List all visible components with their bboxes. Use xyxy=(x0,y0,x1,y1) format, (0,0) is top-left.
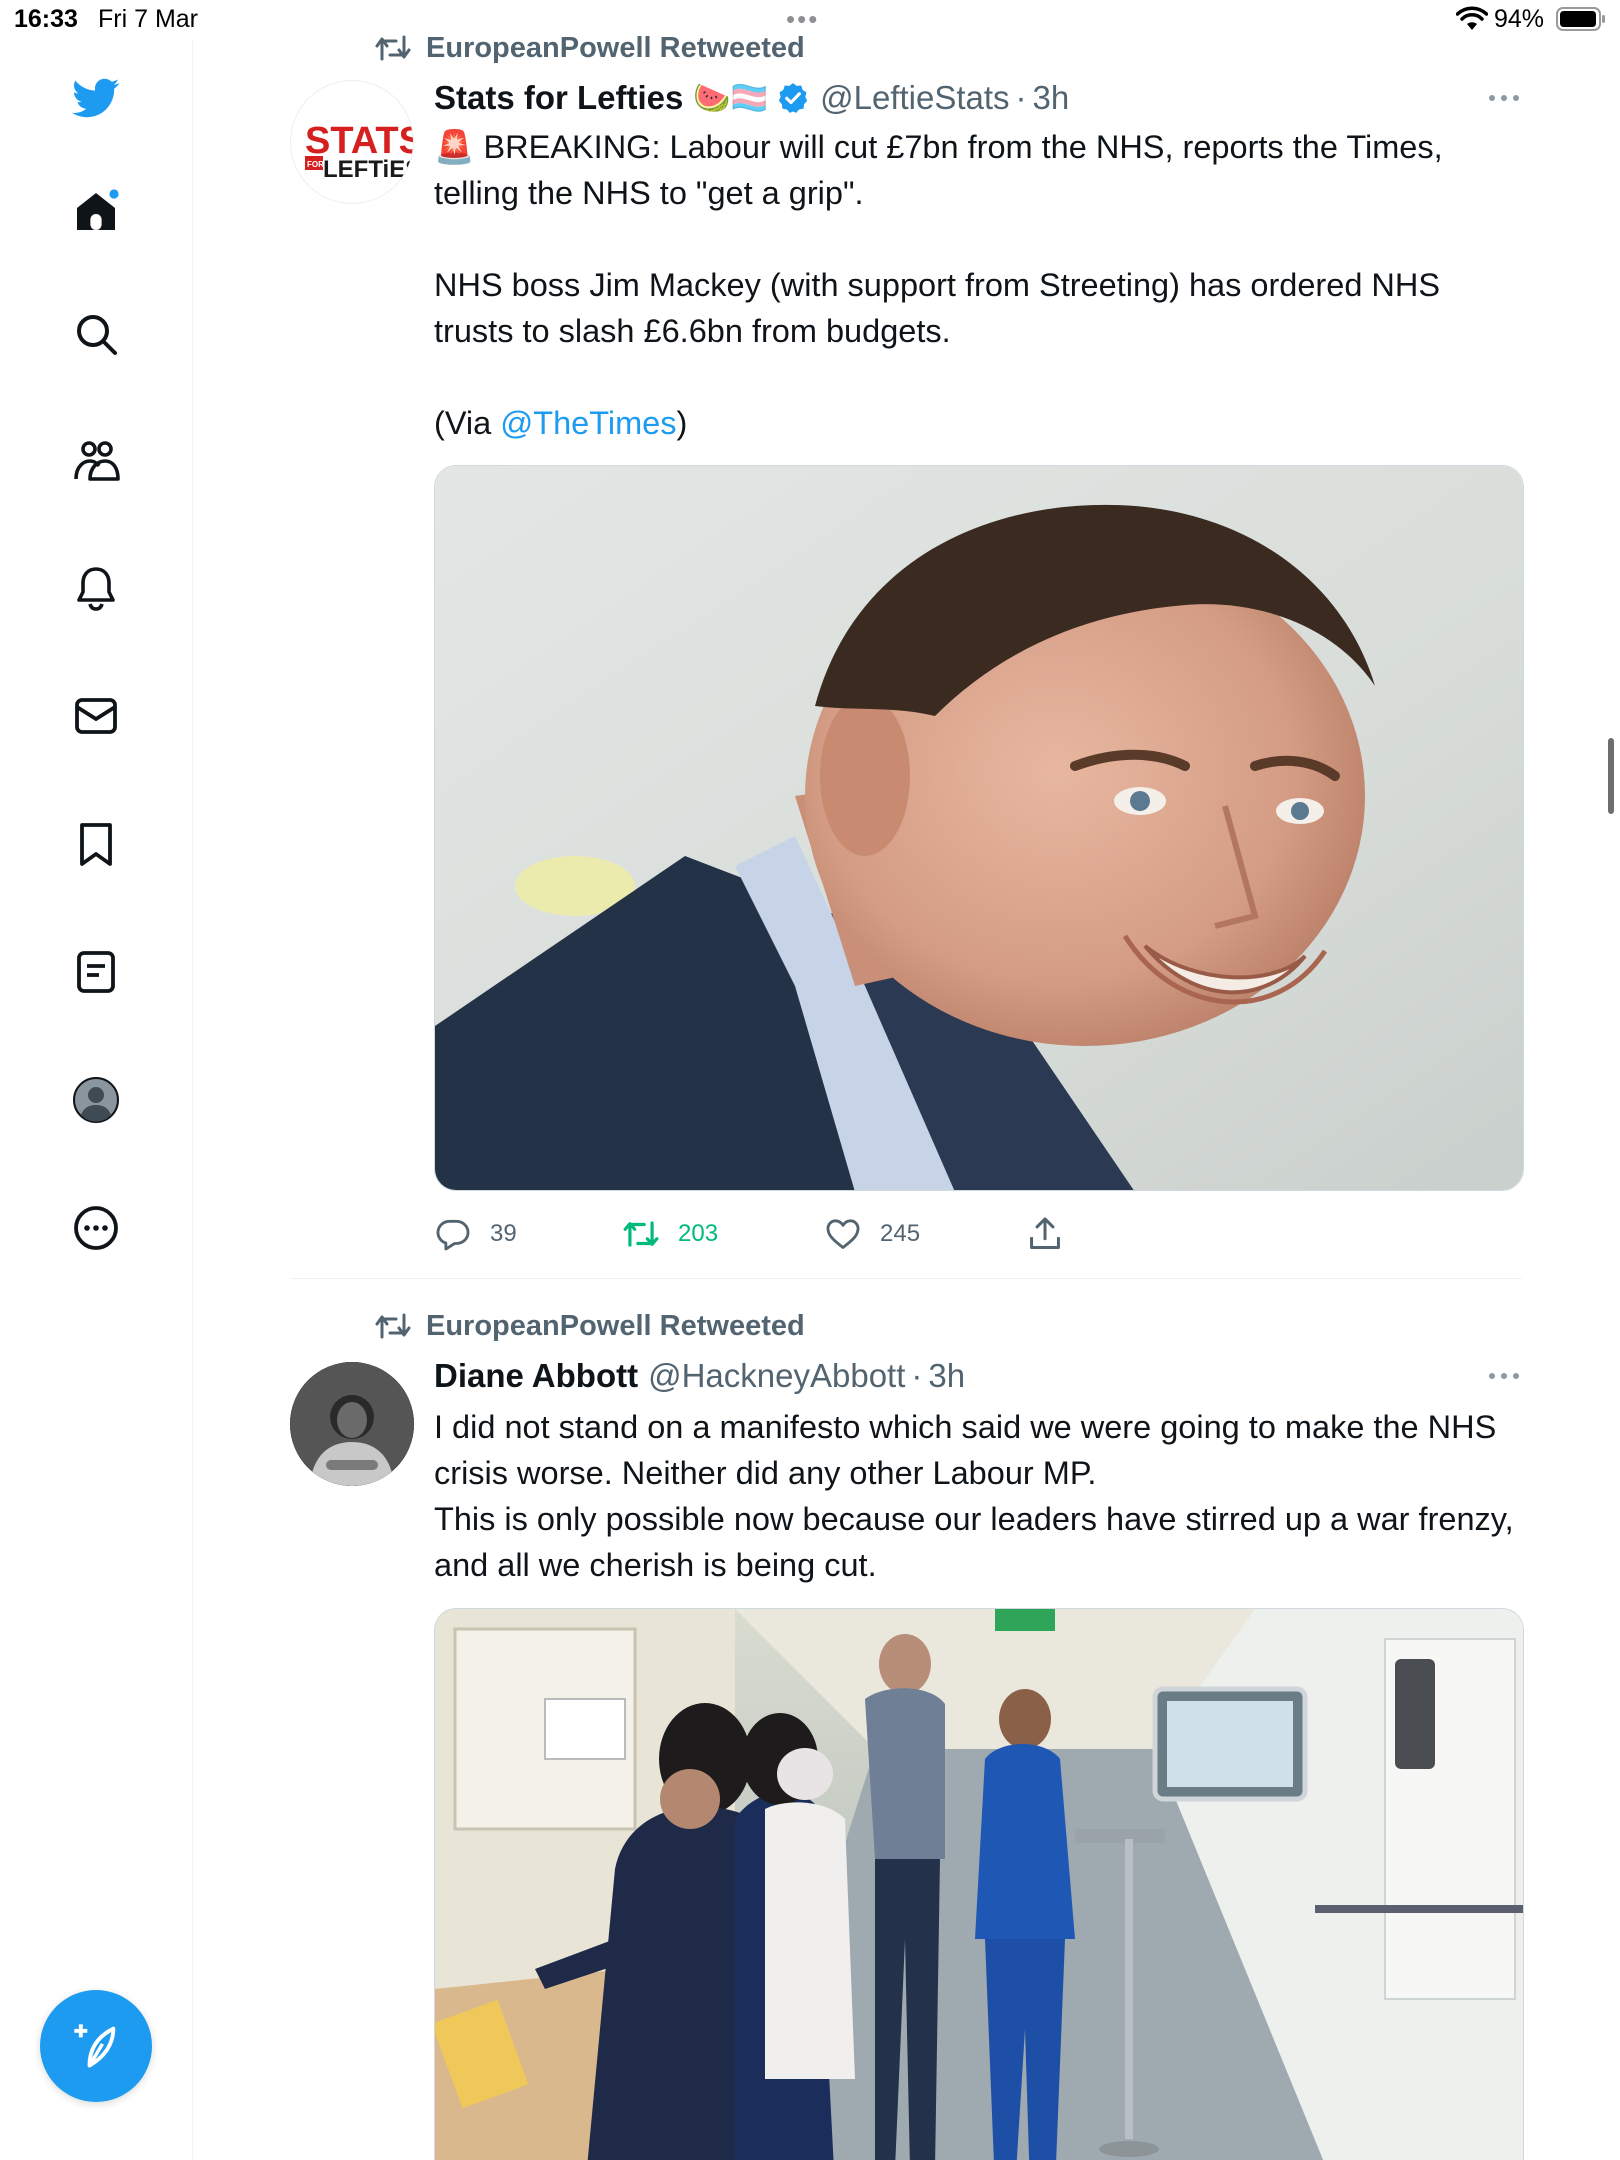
notifications-icon xyxy=(77,567,115,611)
hospital-ward-photo xyxy=(435,1609,1523,2160)
tweet-more-icon[interactable] xyxy=(1486,1366,1522,1386)
like-button[interactable]: 245 xyxy=(824,1212,920,1256)
header-separator: · xyxy=(1015,79,1027,116)
tweet-image[interactable] xyxy=(434,1608,1524,2160)
nav-messages[interactable] xyxy=(66,686,126,746)
mention-link[interactable]: @TheTimes xyxy=(500,405,676,441)
nav-lists[interactable] xyxy=(66,942,126,1002)
nav-home[interactable] xyxy=(66,182,126,242)
avatar[interactable] xyxy=(290,1362,414,1486)
reply-icon xyxy=(436,1219,470,1251)
tweet-image[interactable] xyxy=(434,465,1524,1191)
tweet-timestamp[interactable]: 3h xyxy=(928,1357,965,1395)
compose-tweet-button[interactable] xyxy=(40,1990,152,2102)
nav-communities[interactable] xyxy=(66,431,126,491)
tweet-text: 🚨 BREAKING: Labour will cut £7bn from th… xyxy=(434,124,1524,446)
scroll-indicator[interactable] xyxy=(1608,738,1614,814)
bird-icon xyxy=(72,78,120,118)
reply-button[interactable]: 39 xyxy=(434,1212,517,1256)
reply-count: 39 xyxy=(490,1220,517,1247)
tweet-paragraph xyxy=(434,354,1524,400)
nav-more[interactable] xyxy=(66,1198,126,1258)
tweet-card[interactable]: EuropeanPowell Retweeted STATS FOR LEFTi… xyxy=(290,28,1524,1258)
messages-icon xyxy=(75,698,117,734)
retweet-count: 203 xyxy=(678,1220,719,1247)
verified-badge-icon xyxy=(778,83,808,113)
battery-icon xyxy=(1556,7,1605,31)
lists-icon xyxy=(77,951,115,993)
tweet-paragraph: NHS boss Jim Mackey (with support from S… xyxy=(434,267,1441,349)
author-handle[interactable]: @LeftieStats xyxy=(820,79,1009,117)
nav-search[interactable] xyxy=(66,304,126,364)
tweet-header: Stats for Lefties 🍉🏳️‍⚧️ @LeftieStats · … xyxy=(434,76,1069,120)
avatar[interactable]: STATS FOR LEFTiES xyxy=(290,80,414,204)
retweet-context-label: EuropeanPowell Retweeted xyxy=(426,1309,805,1342)
tweet-header: Diane Abbott @HackneyAbbott · 3h xyxy=(434,1354,965,1398)
tweet-text: I did not stand on a manifesto which sai… xyxy=(434,1404,1524,1588)
header-separator: · xyxy=(911,1357,923,1394)
compose-icon xyxy=(74,2024,116,2068)
nav-notifications[interactable] xyxy=(66,558,126,618)
profile-icon xyxy=(73,1077,119,1123)
search-icon xyxy=(77,315,117,355)
communities-icon xyxy=(74,441,120,481)
share-icon xyxy=(1030,1217,1060,1249)
tweet-divider xyxy=(290,1278,1522,1279)
tweet-paragraph xyxy=(434,216,1524,262)
tweet-more-icon[interactable] xyxy=(1486,88,1522,108)
author-name[interactable]: Stats for Lefties xyxy=(434,79,683,117)
share-button[interactable] xyxy=(1026,1212,1082,1256)
status-date: Fri 7 Mar xyxy=(98,5,198,33)
heart-icon xyxy=(826,1219,860,1249)
retweet-context: EuropeanPowell Retweeted xyxy=(374,1306,805,1346)
nav-profile[interactable] xyxy=(66,1070,126,1130)
retweet-button[interactable]: 203 xyxy=(622,1212,718,1256)
status-time: 16:33 xyxy=(14,5,78,33)
more-icon xyxy=(74,1206,118,1250)
svg-text:FOR: FOR xyxy=(307,160,324,169)
home-icon xyxy=(77,189,119,230)
tweet-paragraph: This is only possible now because our le… xyxy=(434,1501,1514,1583)
retweet-context-label: EuropeanPowell Retweeted xyxy=(426,31,805,64)
author-name[interactable]: Diane Abbott xyxy=(434,1357,638,1395)
stats-for-lefties-logo: STATS FOR LEFTiES xyxy=(305,120,414,183)
bookmarks-icon xyxy=(80,823,112,866)
author-handle[interactable]: @HackneyAbbott xyxy=(648,1357,905,1395)
retweet-context: EuropeanPowell Retweeted xyxy=(374,28,805,68)
retweet-small-icon xyxy=(375,1313,411,1339)
name-emojis: 🍉🏳️‍⚧️ xyxy=(693,81,769,115)
tweet-paragraph: I did not stand on a manifesto which sai… xyxy=(434,1409,1497,1491)
tweet-actions: 39 203 245 xyxy=(434,1212,1134,1256)
nav-bookmarks[interactable] xyxy=(66,814,126,874)
retweet-small-icon xyxy=(375,35,411,61)
avatar-photo xyxy=(290,1362,414,1486)
tweet-timestamp[interactable]: 3h xyxy=(1033,79,1070,117)
svg-text:LEFTiES: LEFTiES xyxy=(323,156,414,183)
retweet-icon xyxy=(623,1221,659,1247)
tweet-card[interactable]: EuropeanPowell Retweeted Diane Abbott @H… xyxy=(290,1306,1524,2160)
tweet-paragraph: 🚨 BREAKING: Labour will cut £7bn from th… xyxy=(434,129,1443,211)
sidebar xyxy=(0,40,193,2160)
twitter-logo-icon[interactable] xyxy=(66,68,126,128)
tweet-paragraph-via: (Via @TheTimes) xyxy=(434,405,688,441)
portrait-photo xyxy=(435,466,1523,1190)
like-count: 245 xyxy=(880,1220,921,1247)
